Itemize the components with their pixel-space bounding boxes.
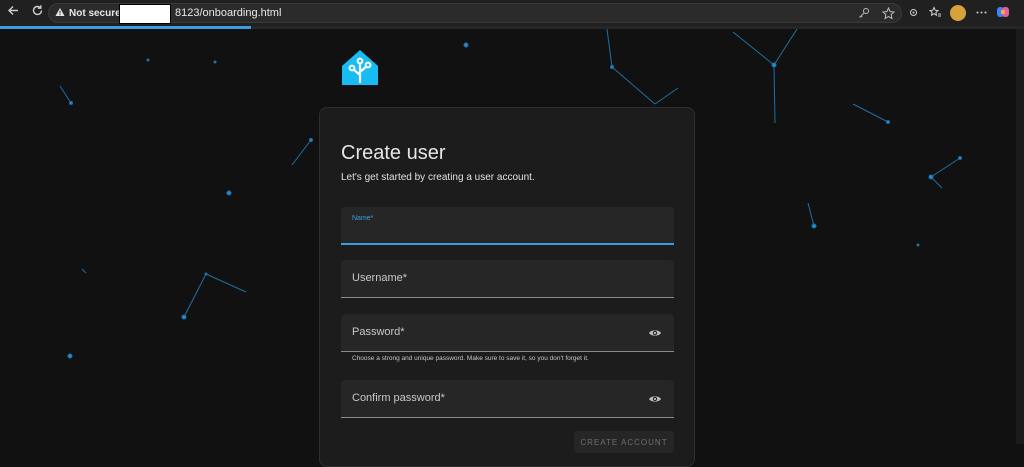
profile-avatar-icon[interactable]	[950, 5, 966, 21]
home-assistant-logo-icon	[342, 50, 378, 85]
confirm-password-field[interactable]: Confirm password*	[341, 380, 674, 418]
username-field[interactable]: Username*	[341, 260, 674, 298]
password-field[interactable]: Password*	[341, 314, 674, 352]
key-icon[interactable]	[857, 6, 871, 20]
password-helper-text: Choose a strong and unique password. Mak…	[352, 355, 589, 362]
settings-sync-icon[interactable]	[906, 5, 920, 19]
eye-icon[interactable]	[648, 392, 662, 406]
password-field-label: Password*	[352, 326, 405, 338]
page-title: Create user	[341, 142, 446, 164]
copilot-icon[interactable]	[996, 5, 1010, 19]
star-icon[interactable]	[881, 6, 895, 20]
page-subtitle: Let's get started by creating a user acc…	[341, 172, 535, 183]
browser-toolbar: Not secure 8123/onboarding.html	[0, 0, 1024, 26]
redacted-host	[119, 4, 171, 24]
reload-button[interactable]	[26, 2, 48, 24]
favorites-icon[interactable]	[928, 5, 942, 19]
arrow-left-icon	[7, 4, 20, 22]
security-label: Not secure	[69, 7, 121, 19]
name-field[interactable]: Name*	[341, 207, 674, 245]
name-field-label: Name*	[352, 215, 374, 222]
back-button[interactable]	[2, 2, 24, 24]
more-icon[interactable]	[974, 5, 988, 19]
security-chip[interactable]: Not secure	[51, 5, 127, 21]
app-logo	[340, 48, 380, 88]
eye-icon[interactable]	[648, 326, 662, 340]
warning-icon	[55, 7, 65, 20]
create-user-card: Create user Let's get started by creatin…	[319, 107, 695, 467]
reload-icon	[31, 4, 44, 22]
create-account-button[interactable]: CREATE ACCOUNT	[574, 431, 674, 453]
scrollbar[interactable]	[1016, 29, 1024, 444]
username-field-label: Username*	[352, 272, 408, 284]
url-text: 8123/onboarding.html	[175, 7, 282, 19]
confirm-password-field-label: Confirm password*	[352, 392, 445, 404]
address-bar[interactable]: Not secure 8123/onboarding.html	[48, 3, 902, 24]
